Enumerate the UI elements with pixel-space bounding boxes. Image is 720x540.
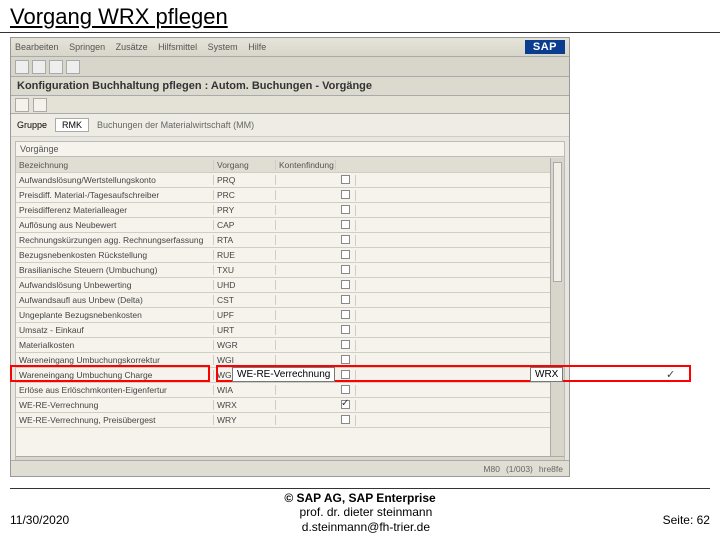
table-row[interactable]: WE-RE-VerrechnungWRX xyxy=(16,398,564,413)
copyright: © SAP AG, SAP Enterprise xyxy=(10,488,710,505)
vertical-scrollbar[interactable] xyxy=(550,158,564,470)
checkbox-icon[interactable] xyxy=(341,235,350,244)
col-desc-header: Bezeichnung xyxy=(16,160,214,170)
footer-author: prof. dr. dieter steinmann d.steinmann@f… xyxy=(300,505,433,534)
checkbox-icon[interactable] xyxy=(341,205,350,214)
table-row[interactable]: Preisdiff. Material-/TagesaufschreiberPR… xyxy=(16,188,564,203)
group-row: Gruppe RMK Buchungen der Materialwirtsch… xyxy=(11,114,569,137)
table-row[interactable]: Wareneingang UmbuchungskorrekturWGI xyxy=(16,353,564,368)
table-row[interactable]: Aufwandslösung/WertstellungskontoPRQ xyxy=(16,173,564,188)
table-row[interactable]: Erlöse aus Erlöschmkonten-EigenferturWIA xyxy=(16,383,564,398)
checkbox-icon[interactable] xyxy=(341,355,350,364)
highlight-code: WRX xyxy=(530,367,563,382)
table-caption: Vorgänge xyxy=(16,142,564,156)
checkbox-icon[interactable] xyxy=(341,385,350,394)
detail-icon[interactable] xyxy=(15,98,29,112)
toolbar xyxy=(11,57,569,77)
table-row[interactable]: Aufwandslösung UnbewertingUHD xyxy=(16,278,564,293)
checkbox-icon[interactable] xyxy=(341,310,350,319)
table-row[interactable]: Aufwandsaufl aus Unbew (Delta)CST xyxy=(16,293,564,308)
list-icon[interactable] xyxy=(33,98,47,112)
table-row[interactable]: Brasilianische Steuern (Umbuchung)TXU xyxy=(16,263,564,278)
checkbox-icon[interactable] xyxy=(341,340,350,349)
grid-header: Bezeichnung Vorgang Kontenfindung xyxy=(16,157,564,173)
checkbox-icon[interactable] xyxy=(341,250,350,259)
screen-title: Konfiguration Buchhaltung pflegen : Auto… xyxy=(11,77,569,96)
sap-window: Bearbeiten Springen Zusätze Hilfsmittel … xyxy=(10,37,570,477)
menu-items[interactable]: Bearbeiten Springen Zusätze Hilfsmittel … xyxy=(15,42,274,52)
table-row[interactable]: Auflösung aus NeubewertCAP xyxy=(16,218,564,233)
table-area: Vorgänge Bezeichnung Vorgang Kontenfindu… xyxy=(15,141,565,471)
table-row[interactable]: MaterialkostenWGR xyxy=(16,338,564,353)
save-icon[interactable] xyxy=(32,60,46,74)
highlight-check-icon: ✓ xyxy=(666,368,675,381)
statusbar: M80 (1/003) hre8fe xyxy=(11,460,569,476)
checkbox-icon[interactable] xyxy=(341,265,350,274)
checkbox-icon[interactable] xyxy=(341,295,350,304)
sap-logo: SAP xyxy=(525,40,565,54)
table-row[interactable]: Bezugsnebenkosten RückstellungRUE xyxy=(16,248,564,263)
grid: Bezeichnung Vorgang Kontenfindung Aufwan… xyxy=(16,156,564,428)
checkbox-icon[interactable] xyxy=(341,190,350,199)
table-row[interactable]: Preisdifferenz MaterialleagerPRY xyxy=(16,203,564,218)
checkbox-icon[interactable] xyxy=(341,400,350,409)
group-label: Gruppe xyxy=(17,120,47,130)
table-row[interactable]: WE-RE-Verrechnung, PreisübergestWRY xyxy=(16,413,564,428)
col-code-header: Vorgang xyxy=(214,160,276,170)
footer-page: Seite: 62 xyxy=(663,513,710,527)
sub-toolbar xyxy=(11,96,569,114)
checkbox-icon[interactable] xyxy=(341,280,350,289)
checkbox-icon[interactable] xyxy=(341,415,350,424)
group-code: RMK xyxy=(55,118,89,132)
table-row[interactable]: Rechnungskürzungen agg. Rechnungserfassu… xyxy=(16,233,564,248)
print-icon[interactable] xyxy=(49,60,63,74)
checkbox-icon[interactable] xyxy=(341,220,350,229)
menubar: Bearbeiten Springen Zusätze Hilfsmittel … xyxy=(11,38,569,57)
col-kf-header: Kontenfindung xyxy=(276,160,336,170)
slide-footer: © SAP AG, SAP Enterprise 11/30/2020 prof… xyxy=(0,484,720,540)
checkbox-icon[interactable] xyxy=(341,370,350,379)
table-row[interactable]: Umsatz - EinkaufURT xyxy=(16,323,564,338)
footer-date: 11/30/2020 xyxy=(10,513,69,527)
table-row[interactable]: Ungeplante BezugsnebenkostenUPF xyxy=(16,308,564,323)
find-icon[interactable] xyxy=(66,60,80,74)
back-icon[interactable] xyxy=(15,60,29,74)
highlight-text: WE-RE-Verrechnung xyxy=(232,367,335,382)
slide-title: Vorgang WRX pflegen xyxy=(0,0,720,33)
checkbox-icon[interactable] xyxy=(341,325,350,334)
group-desc: Buchungen der Materialwirtschaft (MM) xyxy=(97,120,254,130)
checkbox-icon[interactable] xyxy=(341,175,350,184)
